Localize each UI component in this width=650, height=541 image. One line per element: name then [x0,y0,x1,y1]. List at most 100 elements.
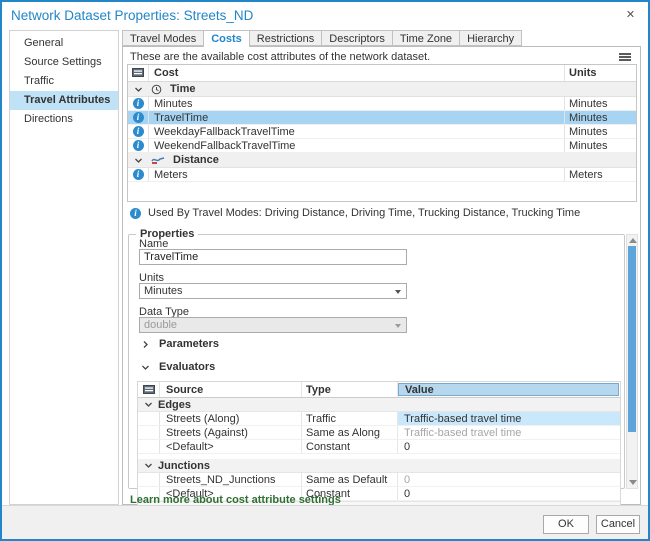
evaluator-column-icon [138,382,160,397]
cost-name: WeekdayFallbackTravelTime [149,125,564,138]
chevron-down-icon[interactable] [144,400,153,409]
evaluators-table: Source Type Value Edges Streets (Along) … [137,381,621,510]
cost-table-header: Cost Units [128,65,636,82]
cost-column-header: Cost [149,65,564,81]
units-select[interactable]: Minutes [139,283,407,299]
footer: OK Cancel [2,505,648,539]
name-field[interactable] [139,249,407,265]
info-icon: i [130,208,141,219]
cost-units: Minutes [564,97,636,110]
tab-descriptors[interactable]: Descriptors [321,30,393,46]
tab-restrictions[interactable]: Restrictions [249,30,322,46]
evaluator-row-streets-along[interactable]: Streets (Along) Traffic Traffic-based tr… [138,412,620,426]
group-row-edges[interactable]: Edges [138,398,620,412]
sidebar-item-traffic[interactable]: Traffic [10,72,118,91]
chevron-down-icon [395,324,401,328]
chevron-down-icon[interactable] [134,156,143,165]
units-column-header: Units [564,65,636,81]
cancel-button[interactable]: Cancel [596,515,640,534]
type-column-header: Type [301,382,397,397]
cost-row-weekend-fallback[interactable]: i WeekendFallbackTravelTime Minutes [128,139,636,153]
info-icon: i [133,126,144,137]
evaluator-source: <Default> [160,440,301,453]
chevron-down-icon[interactable] [144,461,153,470]
cost-row-weekday-fallback[interactable]: i WeekdayFallbackTravelTime Minutes [128,125,636,139]
tab-costs[interactable]: Costs [203,30,250,47]
units-selected-value: Minutes [144,285,183,297]
info-icon: i [133,140,144,151]
chevron-down-icon [395,290,401,294]
value-column-header: Value [397,382,620,397]
costs-tab-panel: These are the available cost attributes … [122,46,641,505]
parameters-expander[interactable]: Parameters [141,338,219,350]
evaluators-label: Evaluators [159,361,215,373]
cost-name: Meters [149,168,564,181]
cost-row-traveltime[interactable]: i TravelTime Minutes [128,111,636,125]
sidebar-item-travel-attributes[interactable]: Travel Attributes [10,91,118,110]
tab-bar: Travel Modes Costs Restrictions Descript… [122,30,522,47]
chevron-down-icon[interactable] [134,85,143,94]
info-icon: i [133,169,144,180]
evaluator-row-edges-default[interactable]: <Default> Constant 0 [138,440,620,454]
evaluator-row-streets-against[interactable]: Streets (Against) Same as Along Traffic-… [138,426,620,440]
evaluators-header: Source Type Value [138,382,620,398]
evaluators-expander[interactable]: Evaluators [141,361,215,373]
used-by-text: Used By Travel Modes: Driving Distance, … [148,207,580,219]
evaluator-value[interactable]: 0 [397,440,620,453]
evaluator-type: Traffic [301,412,397,425]
tab-time-zone[interactable]: Time Zone [392,30,460,46]
cost-units: Minutes [564,111,636,124]
scroll-up-icon[interactable] [629,238,637,243]
evaluator-type: Constant [301,440,397,453]
chevron-down-icon[interactable] [141,363,150,372]
titlebar: Network Dataset Properties: Streets_ND ✕ [2,2,648,30]
source-column-header: Source [160,382,301,397]
sidebar-item-general[interactable]: General [10,34,118,53]
network-dataset-properties-dialog: Network Dataset Properties: Streets_ND ✕… [0,0,650,541]
cost-name: WeekendFallbackTravelTime [149,139,564,152]
cost-row-minutes[interactable]: i Minutes Minutes [128,97,636,111]
cost-name: TravelTime [149,111,564,124]
group-row-time[interactable]: Time [128,82,636,97]
scroll-down-icon[interactable] [629,480,637,485]
chevron-right-icon[interactable] [141,340,150,349]
sidebar: General Source Settings Traffic Travel A… [9,30,119,505]
group-row-distance[interactable]: Distance [128,153,636,168]
group-row-junctions[interactable]: Junctions [138,459,620,473]
evaluator-value[interactable]: Traffic-based travel time [397,412,620,425]
evaluator-value[interactable]: Traffic-based travel time [397,426,620,439]
sidebar-item-directions[interactable]: Directions [10,110,118,129]
evaluator-source: Streets_ND_Junctions [160,473,301,486]
menu-icon[interactable] [619,53,631,62]
clock-icon [151,84,162,95]
sidebar-item-source-settings[interactable]: Source Settings [10,53,118,72]
data-type-select: double [139,317,407,333]
evaluator-type: Same as Default [301,473,397,486]
evaluator-source: Streets (Against) [160,426,301,439]
cost-units: Meters [564,168,636,181]
cost-name: Minutes [149,97,564,110]
info-icon: i [133,98,144,109]
close-icon[interactable]: ✕ [622,7,639,24]
cost-row-meters[interactable]: i Meters Meters [128,168,636,182]
data-type-selected-value: double [144,319,177,331]
parameters-label: Parameters [159,338,219,350]
evaluator-value[interactable]: 0 [397,487,620,500]
tab-travel-modes[interactable]: Travel Modes [122,30,204,46]
group-label: Time [170,83,195,95]
properties-scrollbar[interactable] [626,234,638,489]
evaluator-row-junctions[interactable]: Streets_ND_Junctions Same as Default 0 [138,473,620,487]
evaluator-column-icon [128,65,149,81]
scrollbar-thumb[interactable] [628,246,636,432]
tab-hierarchy[interactable]: Hierarchy [459,30,522,46]
evaluator-value[interactable]: 0 [397,473,620,486]
ok-button[interactable]: OK [543,515,589,534]
group-label: Junctions [158,460,210,472]
group-label: Edges [158,399,191,411]
properties-groupbox: Properties Name Units Minutes Data Type … [128,234,625,489]
evaluator-type: Same as Along [301,426,397,439]
value-column-header-highlight: Value [398,383,619,396]
distance-icon [151,155,165,165]
group-label: Distance [173,154,219,166]
info-icon: i [133,112,144,123]
